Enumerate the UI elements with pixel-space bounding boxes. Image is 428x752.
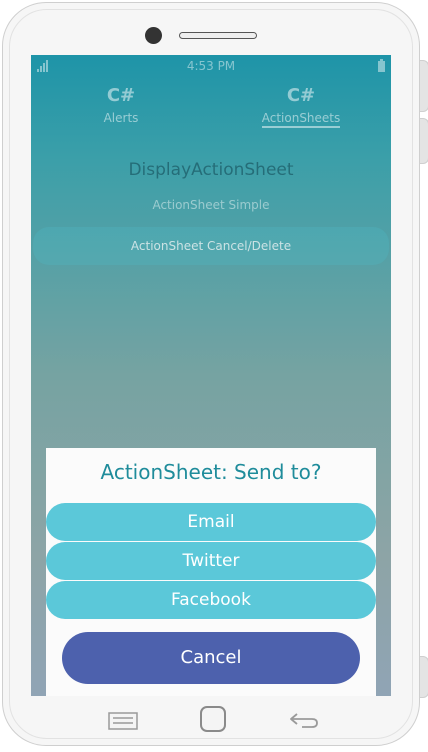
action-sheet: ActionSheet: Send to? Email Twitter Face… <box>46 448 376 696</box>
earpiece-speaker <box>179 32 257 39</box>
menu-icon[interactable] <box>108 712 138 730</box>
tab-alerts-icon: C# <box>106 85 136 106</box>
actionsheet-simple-button[interactable]: ActionSheet Simple <box>31 198 391 212</box>
power-button <box>420 60 428 112</box>
page-title: DisplayActionSheet <box>128 160 294 180</box>
home-icon[interactable] <box>200 706 226 732</box>
status-bar: 4:53 PM <box>31 55 391 77</box>
option-facebook-button[interactable]: Facebook <box>46 581 376 619</box>
cancel-button[interactable]: Cancel <box>62 632 360 684</box>
navigation-bar <box>0 700 428 740</box>
status-time: 4:53 PM <box>186 59 236 73</box>
volume-button <box>420 118 428 164</box>
front-camera <box>145 27 162 44</box>
tab-alerts[interactable]: C# Alerts <box>31 85 211 125</box>
action-sheet-title: ActionSheet: Send to? <box>100 460 322 484</box>
back-icon[interactable] <box>288 710 320 730</box>
tab-bar: C# Alerts C# ActionSheets <box>31 85 391 137</box>
actionsheet-cancel-delete-button[interactable]: ActionSheet Cancel/Delete <box>33 227 389 265</box>
option-email-button[interactable]: Email <box>46 503 376 541</box>
option-twitter-button[interactable]: Twitter <box>46 542 376 580</box>
tab-actionsheets-icon: C# <box>286 85 316 106</box>
side-button-lower <box>420 656 428 698</box>
tab-actionsheets[interactable]: C# ActionSheets <box>211 85 391 128</box>
battery-icon <box>378 59 385 72</box>
tab-alerts-label: Alerts <box>103 111 139 125</box>
tab-actionsheets-label: ActionSheets <box>261 111 341 128</box>
